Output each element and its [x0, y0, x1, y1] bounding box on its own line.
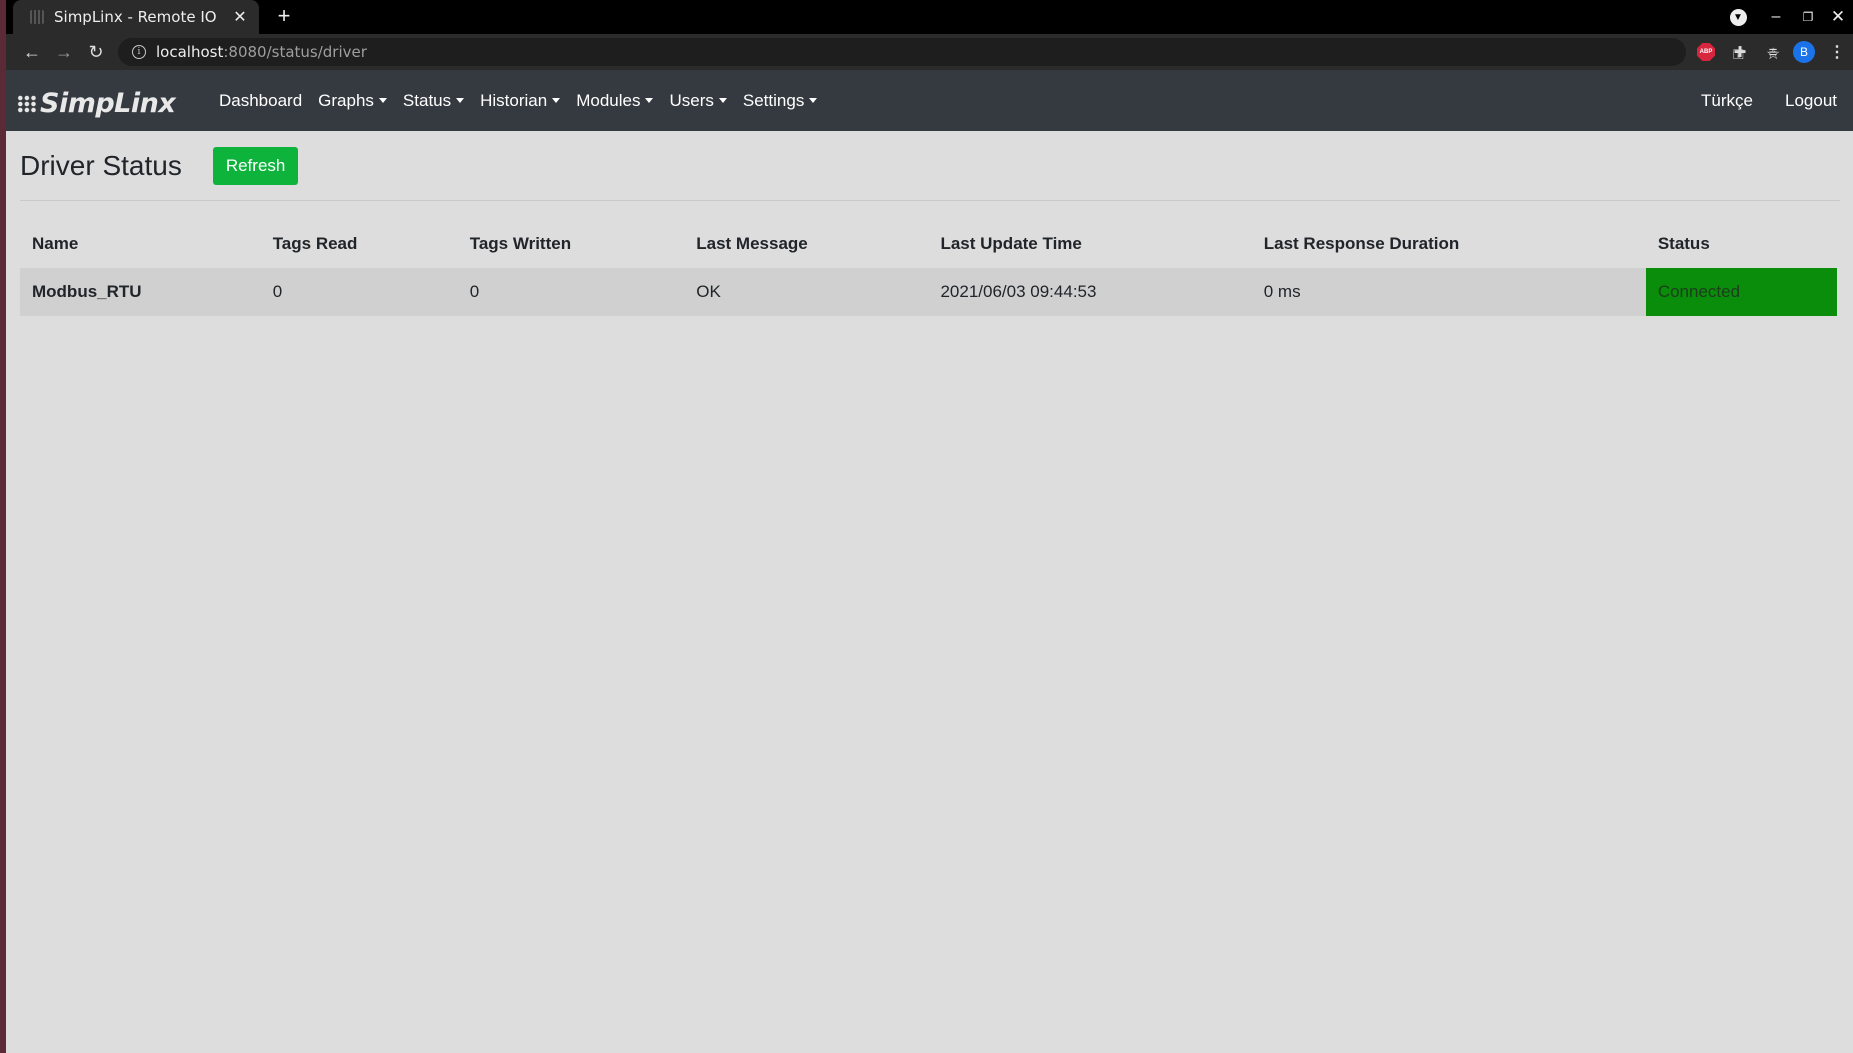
- brand-logo[interactable]: SimpLinx: [17, 88, 176, 119]
- logo-dots-icon: [17, 94, 37, 113]
- tab-title: SimpLinx - Remote IO: [54, 8, 217, 26]
- browser-menu-icon[interactable]: ⋮: [1826, 41, 1848, 63]
- caret-down-icon: [645, 98, 654, 103]
- column-header: Last Message: [696, 233, 808, 253]
- nav-item-label: Status: [402, 90, 452, 110]
- language-link[interactable]: Türkçe: [1669, 91, 1753, 111]
- logout-link[interactable]: Logout: [1753, 91, 1837, 111]
- caret-down-icon: [552, 98, 561, 103]
- column-header: Tags Read: [272, 233, 358, 253]
- app-navbar: SimpLinx Dashboard Graphs Status Historian M…: [6, 70, 1853, 131]
- url-path: :8080/status/driver: [223, 43, 367, 61]
- refresh-button[interactable]: Refresh: [212, 146, 299, 185]
- column-header: Last Response Duration: [1263, 233, 1460, 253]
- nav-item-label: Users: [669, 90, 714, 110]
- cell-last-response-duration: 0 ms: [1263, 282, 1301, 301]
- tab-search-icon[interactable]: ▼: [1724, 0, 1752, 34]
- nav-item-graphs[interactable]: Graphs: [310, 91, 395, 111]
- driver-status-table: Name Tags Read Tags Written Last Message Las…: [20, 218, 1837, 316]
- caret-down-icon: [378, 98, 387, 103]
- nav-item-dashboard[interactable]: Dashboard: [211, 91, 310, 111]
- media-control-icon[interactable]: ≡: [1762, 41, 1784, 63]
- cell-name: Modbus_RTU: [32, 282, 142, 301]
- favicon-icon: [30, 10, 44, 24]
- nav-item-settings[interactable]: Settings: [735, 91, 825, 111]
- nav-right: Türkçe Logout: [1669, 70, 1837, 131]
- new-tab-icon[interactable]: +: [272, 4, 296, 28]
- nav-item-label: Historian: [480, 90, 548, 110]
- nav-item-label: Settings: [742, 90, 805, 110]
- nav-item-label: Modules: [576, 90, 641, 110]
- forward-arrow-icon[interactable]: →: [51, 40, 77, 64]
- back-arrow-icon[interactable]: ←: [19, 40, 45, 64]
- nav-item-label: Graphs: [318, 90, 374, 110]
- cell-tags-read: 0: [272, 282, 283, 301]
- table-row: Modbus_RTU 0 0 OK 2021/06/03 09:44:53 0 ms Con…: [20, 268, 1837, 316]
- reload-icon[interactable]: ↻: [83, 40, 109, 64]
- browser-tab-strip: SimpLinx - Remote IO ✕ + ▼ – ❐ ✕: [6, 0, 1853, 34]
- extensions-puzzle-icon[interactable]: ✚: [1729, 41, 1751, 63]
- page-title: Driver Status: [20, 149, 182, 181]
- table-body: Modbus_RTU 0 0 OK 2021/06/03 09:44:53 0 ms Con…: [20, 268, 1837, 316]
- page-header: Driver Status Refresh: [20, 131, 1840, 201]
- caret-down-icon: [718, 98, 727, 103]
- nav-item-users[interactable]: Users: [661, 91, 734, 111]
- nav-menu: Dashboard Graphs Status Historian Modules Use…: [211, 70, 825, 131]
- minimize-icon[interactable]: –: [1762, 0, 1790, 34]
- nav-item-label: Dashboard: [219, 90, 303, 110]
- caret-down-icon: [456, 98, 465, 103]
- close-window-icon[interactable]: ✕: [1824, 0, 1852, 34]
- table-header-row: Name Tags Read Tags Written Last Message Las…: [20, 218, 1837, 268]
- browser-tab[interactable]: SimpLinx - Remote IO ✕: [13, 0, 259, 34]
- url-host: localhost: [156, 43, 224, 61]
- browser-toolbar: ← → ↻ i localhost:8080/status/driver ⚿ ☆…: [6, 34, 1853, 70]
- cell-last-message: OK: [696, 282, 721, 301]
- cell-last-update-time: 2021/06/03 09:44:53: [940, 282, 1097, 301]
- nav-item-modules[interactable]: Modules: [568, 91, 661, 111]
- column-header: Name: [32, 233, 79, 253]
- profile-avatar[interactable]: B: [1793, 41, 1815, 63]
- column-header: Last Update Time: [940, 233, 1082, 253]
- nav-item-status[interactable]: Status: [395, 91, 472, 111]
- column-header: Tags Written: [469, 233, 572, 253]
- address-bar[interactable]: i localhost:8080/status/driver ⚿ ☆: [118, 38, 1780, 66]
- main-content: Driver Status Refresh Name Tags Read Tags …: [20, 131, 1840, 316]
- brand-text: SimpLinx: [40, 88, 176, 119]
- column-header: Status: [1657, 233, 1710, 253]
- nav-item-historian[interactable]: Historian: [472, 91, 568, 111]
- adblock-extension-icon[interactable]: ABP: [1695, 41, 1717, 63]
- caret-down-icon: [809, 98, 818, 103]
- site-info-icon[interactable]: i: [132, 45, 146, 59]
- cell-tags-written: 0: [469, 282, 480, 301]
- cell-status: Connected: [1645, 268, 1837, 316]
- maximize-icon[interactable]: ❐: [1794, 0, 1822, 34]
- tab-close-icon[interactable]: ✕: [231, 7, 249, 27]
